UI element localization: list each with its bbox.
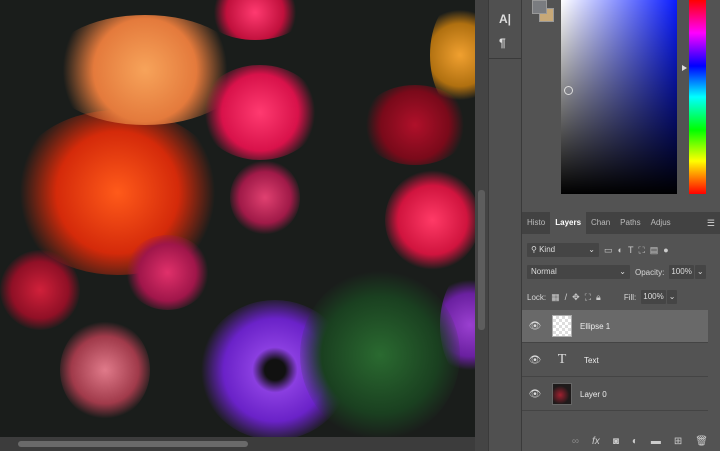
layer-row[interactable]: 👁︎ Ellipse 1 <box>522 310 708 343</box>
fill-input[interactable]: 100% <box>641 290 666 304</box>
blend-mode-dropdown[interactable]: Normal ⌄ <box>527 265 630 279</box>
fill-label: Fill: <box>623 292 637 302</box>
link-icon[interactable]: ∞ <box>572 436 579 447</box>
lock-paint-icon[interactable]: / <box>565 292 568 302</box>
lock-transparent-icon[interactable]: ▦ <box>551 292 560 303</box>
layer-thumbnail <box>552 383 572 405</box>
panel-menu-icon[interactable]: ☰ <box>707 218 715 229</box>
layer-name[interactable]: Ellipse 1 <box>580 322 610 331</box>
filter-toggle-icon[interactable]: ● <box>663 245 668 255</box>
visibility-eye-icon[interactable]: 👁︎ <box>522 355 548 366</box>
filter-kind-label: Kind <box>539 245 556 254</box>
flower-image <box>60 320 150 420</box>
fill-dropdown[interactable]: ⌄ <box>666 290 678 304</box>
adjustment-filter-icon[interactable]: ◐ <box>618 245 623 255</box>
adjustment-icon[interactable]: ◐ <box>632 436 638 447</box>
chevron-down-icon: ⌄ <box>588 245 595 254</box>
flower-image <box>125 235 210 310</box>
layer-name[interactable]: Layer 0 <box>580 390 607 399</box>
foreground-color-swatch[interactable] <box>532 0 547 14</box>
mask-icon[interactable]: ◙ <box>613 436 619 447</box>
tab-paths[interactable]: Paths <box>615 212 645 234</box>
vertical-scrollbar[interactable] <box>475 0 488 451</box>
layer-thumbnail <box>552 315 572 337</box>
flower-image <box>200 65 320 160</box>
panel-dock: A| ¶ <box>488 0 522 451</box>
opacity-dropdown[interactable]: ⌄ <box>694 265 706 279</box>
visibility-eye-icon[interactable]: 👁︎ <box>522 389 548 400</box>
hue-slider[interactable] <box>689 0 706 194</box>
tab-history[interactable]: Histo <box>522 212 550 234</box>
folder-icon[interactable]: ▬ <box>651 436 661 447</box>
type-layer-icon: T <box>557 352 567 367</box>
flower-image <box>230 160 300 235</box>
chevron-down-icon: ⌄ <box>619 267 626 276</box>
opacity-label: Opacity: <box>635 267 665 277</box>
hue-slider-arrow[interactable] <box>682 65 687 71</box>
paragraph-panel-icon[interactable]: ¶ <box>499 36 506 50</box>
lock-label: Lock: <box>527 292 547 302</box>
horizontal-scrollbar[interactable] <box>0 437 475 451</box>
lock-artboard-icon[interactable]: ⛶ <box>585 292 591 303</box>
tab-layers[interactable]: Layers <box>550 212 587 234</box>
foliage-image <box>300 270 460 437</box>
character-panel-icon[interactable]: A| <box>499 12 511 26</box>
filter-kind-dropdown[interactable]: ⚲ Kind ⌄ <box>527 243 599 257</box>
trash-icon[interactable]: 🗑︎ <box>695 436 708 447</box>
visibility-eye-icon[interactable]: 👁︎ <box>522 321 548 332</box>
right-panel: Histo Layers Chan Paths Adjus ☰ ⚲ Kind ⌄ … <box>522 0 720 451</box>
layer-name[interactable]: Text <box>584 356 599 365</box>
layer-row[interactable]: 👁︎ Layer 0 <box>522 378 708 411</box>
layers-bottom-toolbar: ∞ fx ◙ ◐ ▬ ⊞ 🗑︎ <box>522 432 720 451</box>
scroll-thumb[interactable] <box>18 441 248 447</box>
pixel-filter-icon[interactable]: ▭ <box>604 245 613 256</box>
color-picker-circle[interactable] <box>564 86 573 95</box>
scroll-thumb[interactable] <box>478 190 485 330</box>
shape-filter-icon[interactable]: ⛶ <box>638 245 644 256</box>
blend-mode-value: Normal <box>531 267 557 276</box>
new-layer-icon[interactable]: ⊞ <box>674 436 682 447</box>
search-icon: ⚲ <box>531 245 537 254</box>
lock-position-icon[interactable]: ✥ <box>572 292 580 303</box>
tab-channels[interactable]: Chan <box>586 212 615 234</box>
panel-tabs: Histo Layers Chan Paths Adjus ☰ <box>522 212 720 234</box>
flower-image <box>0 250 80 330</box>
opacity-input[interactable]: 100% <box>669 265 694 279</box>
fx-icon[interactable]: fx <box>592 436 600 447</box>
smart-object-filter-icon[interactable]: ▤ <box>650 245 659 256</box>
type-filter-icon[interactable]: T <box>628 245 634 255</box>
document-canvas[interactable] <box>0 0 475 437</box>
color-field[interactable] <box>561 0 677 194</box>
lock-all-icon[interactable]: 🔒︎ <box>596 292 601 303</box>
layer-row[interactable]: 👁︎ T Text <box>522 344 708 377</box>
tab-adjustments[interactable]: Adjus <box>646 212 676 234</box>
flower-image <box>385 170 475 270</box>
